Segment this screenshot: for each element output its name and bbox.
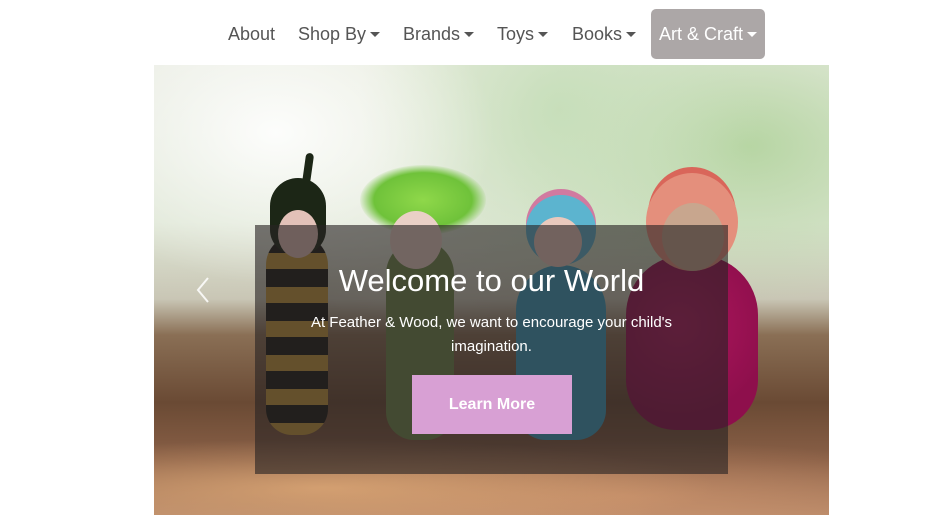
hero-carousel: Welcome to our World At Feather & Wood, …	[154, 65, 829, 515]
nav-art-craft[interactable]: Art & Craft	[651, 9, 766, 59]
caret-down-icon	[747, 31, 758, 37]
learn-more-button[interactable]: Learn More	[412, 375, 572, 434]
chevron-left-icon	[196, 277, 209, 303]
nav-brands-label: Brands	[403, 24, 461, 44]
hero-title: Welcome to our World	[338, 263, 645, 298]
caret-down-icon	[538, 31, 549, 37]
hero-text: At Feather & Wood, we want to encourage …	[310, 314, 673, 355]
nav-toys[interactable]: Toys	[497, 9, 549, 59]
nav-brands[interactable]: Brands	[403, 9, 475, 59]
caret-down-icon	[626, 31, 637, 37]
nav-about-label: About	[228, 24, 276, 44]
hero-caption: Welcome to our World At Feather & Wood, …	[255, 225, 728, 474]
nav-about[interactable]: About	[228, 9, 275, 59]
caret-down-icon	[464, 31, 475, 37]
nav-books[interactable]: Books	[572, 9, 637, 59]
nav-books-label: Books	[572, 24, 623, 44]
caret-down-icon	[370, 31, 381, 37]
nav-toys-label: Toys	[497, 24, 535, 44]
nav-art-craft-label: Art & Craft	[659, 24, 744, 44]
nav-shop-by[interactable]: Shop By	[298, 9, 381, 59]
nav-shop-by-label: Shop By	[298, 24, 367, 44]
carousel-prev-button[interactable]	[192, 275, 216, 305]
main-nav: About Shop By Brands Toys Books Art & Cr…	[0, 0, 927, 62]
